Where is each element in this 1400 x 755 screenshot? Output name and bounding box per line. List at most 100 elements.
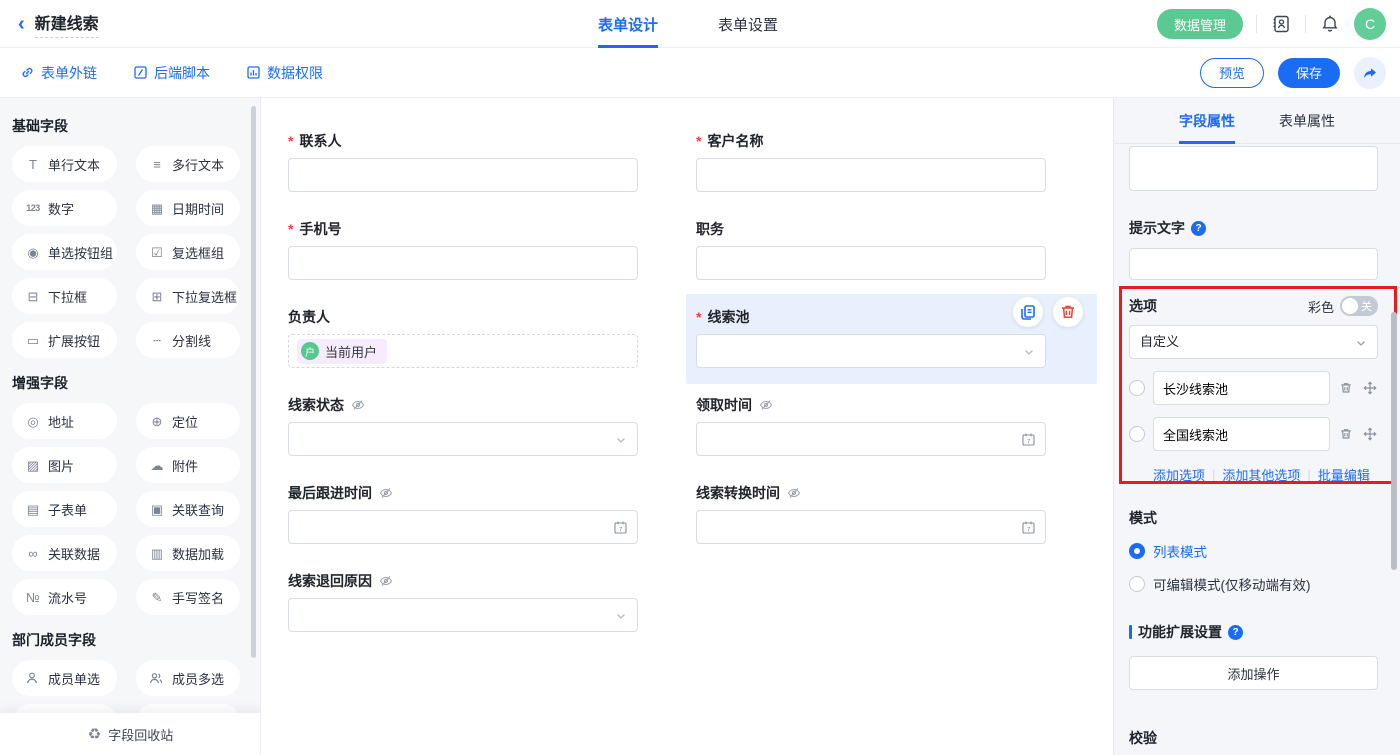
section-title-member-fields: 部门成员字段 <box>12 630 248 650</box>
section-title-basic-fields: 基础字段 <box>12 116 248 136</box>
field-item-label: 地址 <box>48 412 74 431</box>
field-item-multi-line-text[interactable]: ≡多行文本 <box>136 146 240 182</box>
option-radio[interactable] <box>1129 380 1145 396</box>
option-value-input-inner[interactable] <box>1154 418 1329 450</box>
field-item-signature[interactable]: ✎手写签名 <box>136 579 240 615</box>
field-item-image[interactable]: ▨图片 <box>12 447 117 483</box>
field-item-datetime[interactable]: ▦日期时间 <box>136 190 240 226</box>
field-item-extend-button[interactable]: ▭扩展按钮 <box>12 322 117 358</box>
relate-query-icon: ▣ <box>149 503 165 516</box>
mode-option-editable[interactable]: 可编辑模式(仅移动端有效) <box>1129 574 1378 594</box>
claim-time-date-input[interactable]: 7 <box>696 422 1046 456</box>
field-item-serial-number[interactable]: №流水号 <box>12 579 117 615</box>
avatar[interactable]: C <box>1354 8 1386 40</box>
option-value-input[interactable] <box>1153 371 1330 405</box>
add-option-link[interactable]: 添加选项 <box>1153 465 1205 484</box>
canvas-field-mobile[interactable]: *手机号 <box>288 220 638 280</box>
form-external-link[interactable]: 表单外链 <box>20 63 97 83</box>
batch-edit-link[interactable]: 批量编辑 <box>1318 465 1370 484</box>
eye-slash-icon <box>379 486 393 500</box>
notification-bell-icon[interactable] <box>1319 13 1341 35</box>
move-option-icon[interactable] <box>1362 427 1378 441</box>
field-item-attachment[interactable]: ☁附件 <box>136 447 240 483</box>
field-item-member-single[interactable]: 成员单选 <box>12 660 117 696</box>
tab-form-design[interactable]: 表单设计 <box>598 0 658 48</box>
canvas-field-convert-time[interactable]: 线索转换时间 7 <box>696 484 1046 544</box>
hint-text-input-inner[interactable] <box>1130 249 1377 279</box>
convert-time-date-input[interactable]: 7 <box>696 510 1046 544</box>
return-reason-select[interactable] <box>288 598 638 632</box>
field-item-dropdown-multi[interactable]: ⊞下拉复选框 <box>136 278 240 314</box>
sidebar-scrollbar[interactable] <box>251 106 256 658</box>
mode-title: 模式 <box>1129 508 1378 528</box>
contact-input[interactable] <box>289 159 637 191</box>
field-item-checkbox-group[interactable]: ☑复选框组 <box>136 234 240 270</box>
field-item-single-line-text[interactable]: T单行文本 <box>12 146 117 182</box>
owner-box[interactable]: 户 当前用户 <box>288 334 638 368</box>
lead-pool-select[interactable] <box>696 334 1046 368</box>
canvas-field-customer-name[interactable]: *客户名称 <box>696 132 1046 192</box>
mode-section: 模式 列表模式 可编辑模式(仅移动端有效) <box>1129 508 1378 594</box>
tab-form-properties[interactable]: 表单属性 <box>1279 98 1335 144</box>
tab-field-properties[interactable]: 字段属性 <box>1179 98 1235 144</box>
delete-option-icon[interactable] <box>1338 427 1354 441</box>
field-item-sub-form[interactable]: ▤子表单 <box>12 491 117 527</box>
canvas-field-owner[interactable]: 负责人 户 当前用户 <box>288 308 638 368</box>
position-input[interactable] <box>697 247 1045 279</box>
save-button[interactable]: 保存 <box>1278 58 1340 88</box>
canvas-field-lead-status[interactable]: 线索状态 <box>288 396 638 456</box>
radio-selected-icon <box>1129 543 1145 559</box>
duplicate-field-button[interactable] <box>1013 297 1043 327</box>
field-item-dropdown[interactable]: ⊟下拉框 <box>12 278 117 314</box>
field-title-input[interactable] <box>1129 146 1378 191</box>
mobile-input[interactable] <box>289 247 637 279</box>
canvas-field-last-follow-time[interactable]: 最后跟进时间 7 <box>288 484 638 544</box>
hint-text-input[interactable] <box>1129 248 1378 280</box>
share-button[interactable] <box>1354 57 1386 89</box>
mode-option-list[interactable]: 列表模式 <box>1129 541 1378 561</box>
field-item-divider-line[interactable]: ┄分割线 <box>136 322 240 358</box>
add-other-option-link[interactable]: 添加其他选项 <box>1222 465 1300 484</box>
page-title[interactable]: 新建线索 <box>35 10 99 38</box>
field-title-input-inner[interactable] <box>1130 147 1377 190</box>
canvas-field-position[interactable]: 职务 <box>696 220 1046 280</box>
contact-book-icon[interactable] <box>1270 13 1292 35</box>
field-recycle-bin[interactable]: ♻ 字段回收站 <box>0 713 261 755</box>
delete-option-icon[interactable] <box>1338 381 1354 395</box>
canvas-field-contact[interactable]: *联系人 <box>288 132 638 192</box>
field-item-member-multi[interactable]: 成员多选 <box>136 660 240 696</box>
canvas-field-return-reason[interactable]: 线索退回原因 <box>288 572 638 632</box>
panel-scrollbar[interactable] <box>1391 312 1397 570</box>
color-toggle[interactable]: 关 <box>1340 296 1378 316</box>
data-permission-link[interactable]: 数据权限 <box>246 63 323 83</box>
last-follow-time-date-input[interactable]: 7 <box>288 510 638 544</box>
preview-button[interactable]: 预览 <box>1200 58 1264 88</box>
field-item-relate-data[interactable]: ∞关联数据 <box>12 535 117 571</box>
tab-form-settings[interactable]: 表单设置 <box>718 0 778 48</box>
delete-field-button[interactable] <box>1053 297 1083 327</box>
option-radio[interactable] <box>1129 426 1145 442</box>
field-item-radio-group[interactable]: ◉单选按钮组 <box>12 234 117 270</box>
field-item-data-load[interactable]: ▥数据加载 <box>136 535 240 571</box>
checkbox-group-icon: ☑ <box>149 246 165 259</box>
help-icon[interactable]: ? <box>1228 625 1243 640</box>
back-button[interactable]: ‹ <box>18 14 25 34</box>
add-operation-button[interactable]: 添加操作 <box>1129 656 1378 690</box>
current-user-tag[interactable]: 户 当前用户 <box>297 339 387 364</box>
chevron-down-icon <box>615 610 627 622</box>
customer-name-input[interactable] <box>697 159 1045 191</box>
move-option-icon[interactable] <box>1362 381 1378 395</box>
backend-script-link[interactable]: 后端脚本 <box>133 63 210 83</box>
canvas-field-lead-pool[interactable]: *线索池 <box>696 308 1046 368</box>
option-source-select[interactable]: 自定义 <box>1129 325 1378 359</box>
canvas-field-claim-time[interactable]: 领取时间 7 <box>696 396 1046 456</box>
help-icon[interactable]: ? <box>1191 221 1206 236</box>
option-value-input[interactable] <box>1153 417 1330 451</box>
field-item-relate-query[interactable]: ▣关联查询 <box>136 491 240 527</box>
field-item-number[interactable]: 123数字 <box>12 190 117 226</box>
lead-status-select[interactable] <box>288 422 638 456</box>
data-manage-button[interactable]: 数据管理 <box>1157 9 1243 39</box>
field-item-address[interactable]: ◎地址 <box>12 403 117 439</box>
option-value-input-inner[interactable] <box>1154 372 1329 404</box>
field-item-locate[interactable]: ⊕定位 <box>136 403 240 439</box>
